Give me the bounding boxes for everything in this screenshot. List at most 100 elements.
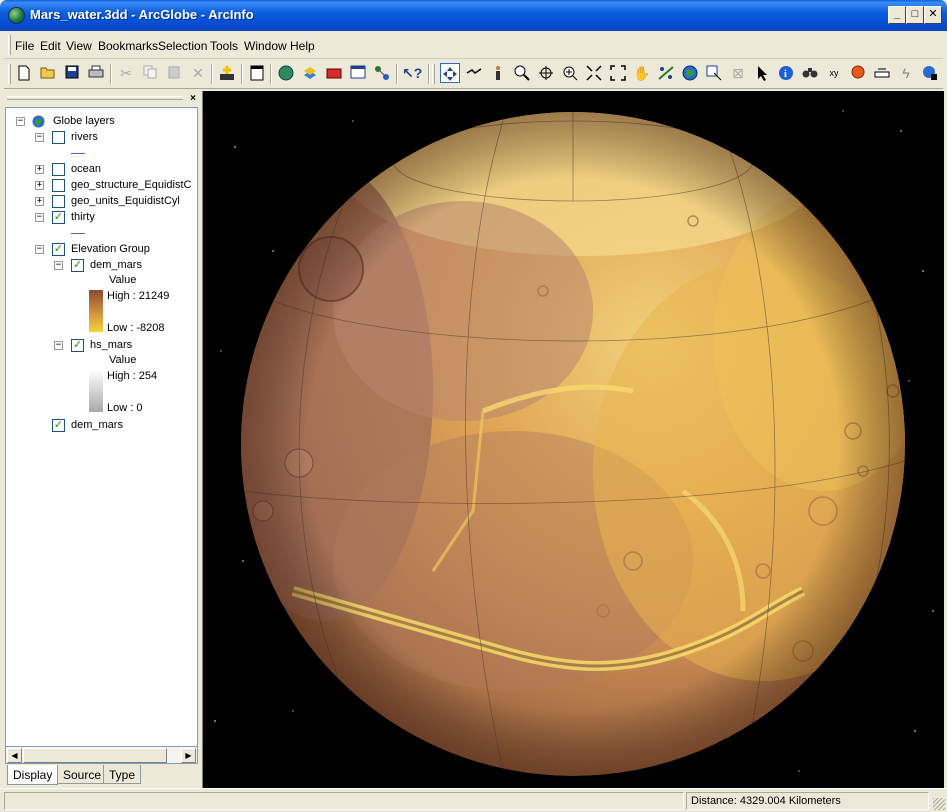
layer-label: Elevation Group [71,243,150,255]
globe-status-icon[interactable] [920,63,940,83]
visibility-checkbox[interactable] [52,163,65,176]
tab-display[interactable]: Display [7,765,59,785]
center-icon[interactable] [560,63,580,83]
scroll-right-button[interactable]: ▶ [181,748,196,763]
save-icon[interactable] [62,63,82,83]
menu-bookmarks[interactable]: Bookmarks [98,39,158,53]
collapse-toggle[interactable]: − [35,245,44,254]
menu-window[interactable]: Window [244,39,287,53]
collapse-toggle[interactable]: − [54,341,63,350]
visibility-checkbox-checked[interactable]: ✓ [71,259,84,272]
effects-icon[interactable] [704,63,724,83]
visibility-checkbox[interactable] [52,195,65,208]
maximize-button[interactable]: □ [906,6,924,24]
sun-icon[interactable] [848,63,868,83]
copy-icon[interactable] [140,63,160,83]
globe-full-icon[interactable] [680,63,700,83]
menu-grip[interactable] [8,35,11,55]
new-icon[interactable] [14,63,34,83]
tree-node-hs-mars[interactable]: − ✓ hs_mars [54,338,194,354]
visibility-checkbox-checked[interactable]: ✓ [71,339,84,352]
minimize-button[interactable]: _ [888,6,906,24]
full-extent-icon[interactable] [584,63,604,83]
collapse-toggle[interactable]: − [16,117,25,126]
globe-view[interactable] [202,91,944,788]
expand-toggle[interactable]: + [35,181,44,190]
swap-icon[interactable] [656,63,676,83]
tab-source[interactable]: Source [57,765,108,784]
status-bar: Distance: 4329.004 Kilometers [0,788,947,812]
globe-layers-icon [32,115,45,128]
toolbox-icon[interactable] [324,63,344,83]
menu-file[interactable]: File [15,39,34,53]
tree-node-geo-units[interactable]: + geo_units_EquidistCyl [35,194,195,210]
scene-icon[interactable] [372,63,392,83]
close-button[interactable]: ✕ [924,6,942,24]
lightning-icon[interactable]: ϟ [896,63,916,83]
toc-close-button[interactable]: × [187,93,199,105]
tree-node-dem-mars-base[interactable]: ✓ dem_mars [35,418,195,434]
delete-icon[interactable]: ✕ [188,63,208,83]
menu-view[interactable]: View [66,39,92,53]
collapse-toggle[interactable]: − [35,133,44,142]
select-arrow-icon[interactable] [752,63,772,83]
collapse-toggle[interactable]: − [54,261,63,270]
legend-low-label: Low : 0 [107,402,143,414]
paste-icon[interactable] [164,63,184,83]
menu-tools[interactable]: Tools [210,39,238,53]
zoom-in-out-icon[interactable] [512,63,532,83]
visibility-checkbox-checked[interactable]: ✓ [52,243,65,256]
whats-this-icon[interactable]: ↖? [402,63,422,83]
expand-toggle[interactable]: + [35,165,44,174]
resize-grip[interactable] [933,798,945,810]
scroll-thumb[interactable] [23,748,167,763]
add-data-icon[interactable] [217,63,237,83]
tab-type[interactable]: Type [103,765,142,784]
menu-edit[interactable]: Edit [40,39,61,53]
toc-horizontal-scrollbar[interactable]: ◀ ▶ [5,747,198,764]
print-icon[interactable] [86,63,106,83]
find-icon[interactable] [800,63,820,83]
tree-node-ocean[interactable]: + ocean [35,162,195,178]
open-icon[interactable] [38,63,58,83]
collapse-toggle[interactable]: − [35,213,44,222]
tree-node-rivers[interactable]: − rivers [35,130,195,146]
menu-help[interactable]: Help [290,39,315,53]
visibility-checkbox[interactable] [52,179,65,192]
extent-icon[interactable] [608,63,628,83]
toolbar-grip[interactable] [432,64,435,84]
arcglobe-app-icon[interactable] [8,7,25,24]
tree-node-geo-structure[interactable]: + geo_structure_EquidistC [35,178,195,194]
globe-icon[interactable] [276,63,296,83]
navigate-icon[interactable] [440,63,460,83]
table-icon[interactable] [247,63,267,83]
toc-grip[interactable] [7,96,183,100]
visibility-checkbox-checked[interactable]: ✓ [52,211,65,224]
expand-toggle[interactable]: + [35,197,44,206]
cut-icon[interactable]: ✂ [116,63,136,83]
measure-icon[interactable] [872,63,892,83]
layers-icon[interactable] [300,63,320,83]
fly-icon[interactable] [464,63,484,83]
tree-node-globe-layers[interactable]: − Globe layers [16,114,196,130]
observer-icon[interactable] [488,63,508,83]
tree-node-thirty[interactable]: − ✓ thirty [35,210,195,226]
identify-icon[interactable]: i [776,63,796,83]
menu-selection[interactable]: Selection [158,39,207,53]
window-icon[interactable] [348,63,368,83]
title-bar: Mars_water.3dd - ArcGlobe - ArcInfo _ □ … [0,0,947,31]
goto-xy-icon[interactable]: xy [824,63,844,83]
target-icon[interactable] [536,63,556,83]
layer-label: hs_mars [90,339,133,351]
toolbar-separator [110,64,112,84]
visibility-checkbox-checked[interactable]: ✓ [52,419,65,432]
tree-node-dem-mars[interactable]: − ✓ dem_mars [54,258,194,274]
select-box-icon[interactable]: ⊠ [728,63,748,83]
scroll-left-button[interactable]: ◀ [7,748,22,763]
visibility-checkbox[interactable] [52,131,65,144]
tree-node-elevation-group[interactable]: − ✓ Elevation Group [35,242,195,258]
status-message-pane [4,792,684,810]
dem-color-ramp [89,290,103,332]
toolbar-grip[interactable] [8,64,11,84]
pan-icon[interactable]: ✋ [632,63,652,83]
